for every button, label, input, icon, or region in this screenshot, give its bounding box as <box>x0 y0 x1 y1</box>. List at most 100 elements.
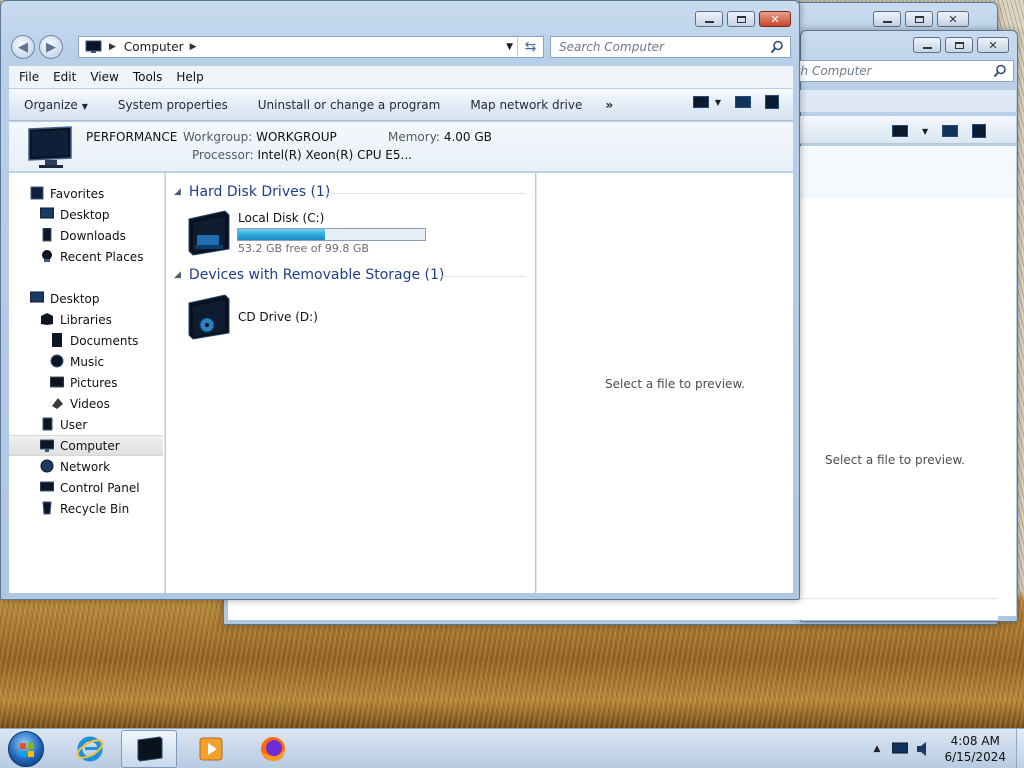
view-dropdown-icon[interactable]: ▼ <box>715 98 721 107</box>
breadcrumb-computer[interactable]: Computer <box>124 40 184 54</box>
explorer-folder-icon <box>137 736 163 762</box>
bg-view-icon[interactable] <box>892 125 908 137</box>
forward-button[interactable]: ▶ <box>39 35 63 59</box>
more-commands-button[interactable]: » <box>597 98 621 112</box>
taskbar-internet-explorer[interactable] <box>62 730 118 768</box>
taskbar-clock[interactable]: 4:08 AM 6/15/2024 <box>944 733 1006 765</box>
network-tray-icon[interactable] <box>892 742 909 756</box>
bg-help-icon[interactable] <box>972 124 987 138</box>
computer-name: PERFORMANCE <box>86 130 178 144</box>
details-pane: PERFORMANCE Workgroup: WORKGROUP Memory:… <box>9 122 793 172</box>
minimize-button[interactable] <box>695 11 723 27</box>
hard-disk-group-header[interactable]: ◢ Hard Disk Drives (1) <box>174 184 330 200</box>
bg-minimize-button[interactable] <box>873 11 901 27</box>
uninstall-program-button[interactable]: Uninstall or change a program <box>243 98 456 112</box>
bg-close-button[interactable]: ✕ <box>937 11 969 27</box>
nav-network-label: Network <box>60 459 111 474</box>
recent-places-icon <box>42 250 52 262</box>
removable-group-title: Devices with Removable Storage (1) <box>188 267 445 283</box>
close-button[interactable]: ✕ <box>759 11 791 27</box>
refresh-button[interactable]: ⇆ <box>517 37 543 57</box>
show-desktop-button[interactable] <box>1016 729 1024 768</box>
nav-favorites[interactable]: Favorites <box>9 183 163 204</box>
start-button[interactable] <box>8 731 44 767</box>
breadcrumb-arrow-icon[interactable]: ▶ <box>190 42 197 52</box>
workgroup-info: Workgroup: WORKGROUP <box>183 130 337 144</box>
chevron-down-icon: ▼ <box>81 101 88 111</box>
nav-music[interactable]: Music <box>9 351 163 372</box>
navigation-pane: Favorites Desktop Downloads Recent Place… <box>9 173 165 593</box>
nav-desktop-favorite-label: Desktop <box>60 207 110 222</box>
address-bar[interactable]: ▶ Computer ▶ ▼ ⇆ <box>78 36 544 58</box>
taskbar-media-player[interactable] <box>183 730 239 768</box>
nav-recycle-bin[interactable]: Recycle Bin <box>9 498 163 519</box>
search-input[interactable]: Search Computer <box>550 36 791 58</box>
bg-search-input[interactable]: rch Computer <box>780 60 1014 82</box>
bg-preview-pane-icon[interactable] <box>942 125 959 137</box>
nav-recent-places[interactable]: Recent Places <box>9 246 163 267</box>
nav-pictures[interactable]: Pictures <box>9 372 163 393</box>
bg-window-caption-buttons: ✕ <box>873 11 969 27</box>
nav-libraries[interactable]: Libraries <box>9 309 163 330</box>
nav-network[interactable]: Network <box>9 456 163 477</box>
cd-drive-icon <box>188 294 230 340</box>
menu-view[interactable]: View <box>90 70 118 84</box>
libraries-icon <box>41 313 53 325</box>
pictures-icon <box>50 376 64 388</box>
menu-help[interactable]: Help <box>176 70 203 84</box>
computer-window[interactable]: ✕ ◀ ▶ ▶ Computer ▶ ▼ ⇆ Search Computer F… <box>0 0 800 600</box>
star-icon <box>30 186 44 200</box>
nav-desktop[interactable]: Desktop <box>9 288 163 309</box>
nav-user[interactable]: User <box>9 414 163 435</box>
nav-control-panel[interactable]: Control Panel <box>9 477 163 498</box>
back-button[interactable]: ◀ <box>11 35 35 59</box>
computer-icon <box>85 40 102 53</box>
drive-c-free-space: 53.2 GB free of 99.8 GB <box>238 242 369 255</box>
system-tray: ▲ 4:08 AM 6/15/2024 <box>874 729 1016 768</box>
bg2-window-caption-buttons: ✕ <box>913 37 1009 53</box>
clock-date: 6/15/2024 <box>944 750 1006 764</box>
bg2-maximize-button[interactable] <box>945 37 973 53</box>
bg-maximize-button[interactable] <box>905 11 933 27</box>
nav-downloads[interactable]: Downloads <box>9 225 163 246</box>
menu-file[interactable]: File <box>19 70 39 84</box>
drive-c-name: Local Disk (C:) <box>238 211 325 225</box>
taskbar-firefox[interactable] <box>245 730 301 768</box>
volume-tray-icon[interactable] <box>916 741 930 757</box>
help-icon[interactable] <box>765 95 779 109</box>
menu-edit[interactable]: Edit <box>53 70 76 84</box>
maximize-button[interactable] <box>727 11 755 27</box>
nav-documents[interactable]: Documents <box>9 330 163 351</box>
bg-search-placeholder: rch Computer <box>789 64 872 78</box>
nav-user-label: User <box>60 417 88 432</box>
nav-desktop-favorite[interactable]: Desktop <box>9 204 163 225</box>
collapse-triangle-icon[interactable]: ◢ <box>174 270 181 280</box>
internet-explorer-icon <box>76 736 104 762</box>
menu-tools[interactable]: Tools <box>133 70 163 84</box>
bg-menu-strip <box>800 90 1016 112</box>
processor-label: Processor: <box>192 148 254 162</box>
nav-documents-label: Documents <box>70 333 139 348</box>
bg2-minimize-button[interactable] <box>913 37 941 53</box>
breadcrumb-arrow-icon[interactable]: ▶ <box>109 42 116 52</box>
map-network-drive-button[interactable]: Map network drive <box>455 98 597 112</box>
taskbar-windows-explorer[interactable] <box>121 730 177 768</box>
address-history-dropdown-icon[interactable]: ▼ <box>506 42 513 52</box>
nav-desktop-label: Desktop <box>50 291 100 306</box>
bg-view-dropdown-icon[interactable]: ▼ <box>922 127 928 136</box>
group-divider <box>326 193 526 194</box>
organize-button[interactable]: Organize ▼ <box>9 98 103 112</box>
show-hidden-icons-chevron-icon[interactable]: ▲ <box>874 744 881 754</box>
menu-bar: File Edit View Tools Help <box>9 66 793 88</box>
control-panel-icon <box>40 481 54 492</box>
preview-pane-icon[interactable] <box>735 96 751 108</box>
collapse-triangle-icon[interactable]: ◢ <box>174 187 181 197</box>
nav-computer[interactable]: Computer <box>9 435 163 456</box>
removable-group-header[interactable]: ◢ Devices with Removable Storage (1) <box>174 267 444 283</box>
monitor-icon <box>28 126 72 168</box>
nav-videos[interactable]: Videos <box>9 393 163 414</box>
change-view-icon[interactable] <box>692 96 709 108</box>
system-properties-button[interactable]: System properties <box>103 98 243 112</box>
bg2-close-button[interactable]: ✕ <box>977 37 1009 53</box>
desktop-icon <box>30 291 44 303</box>
